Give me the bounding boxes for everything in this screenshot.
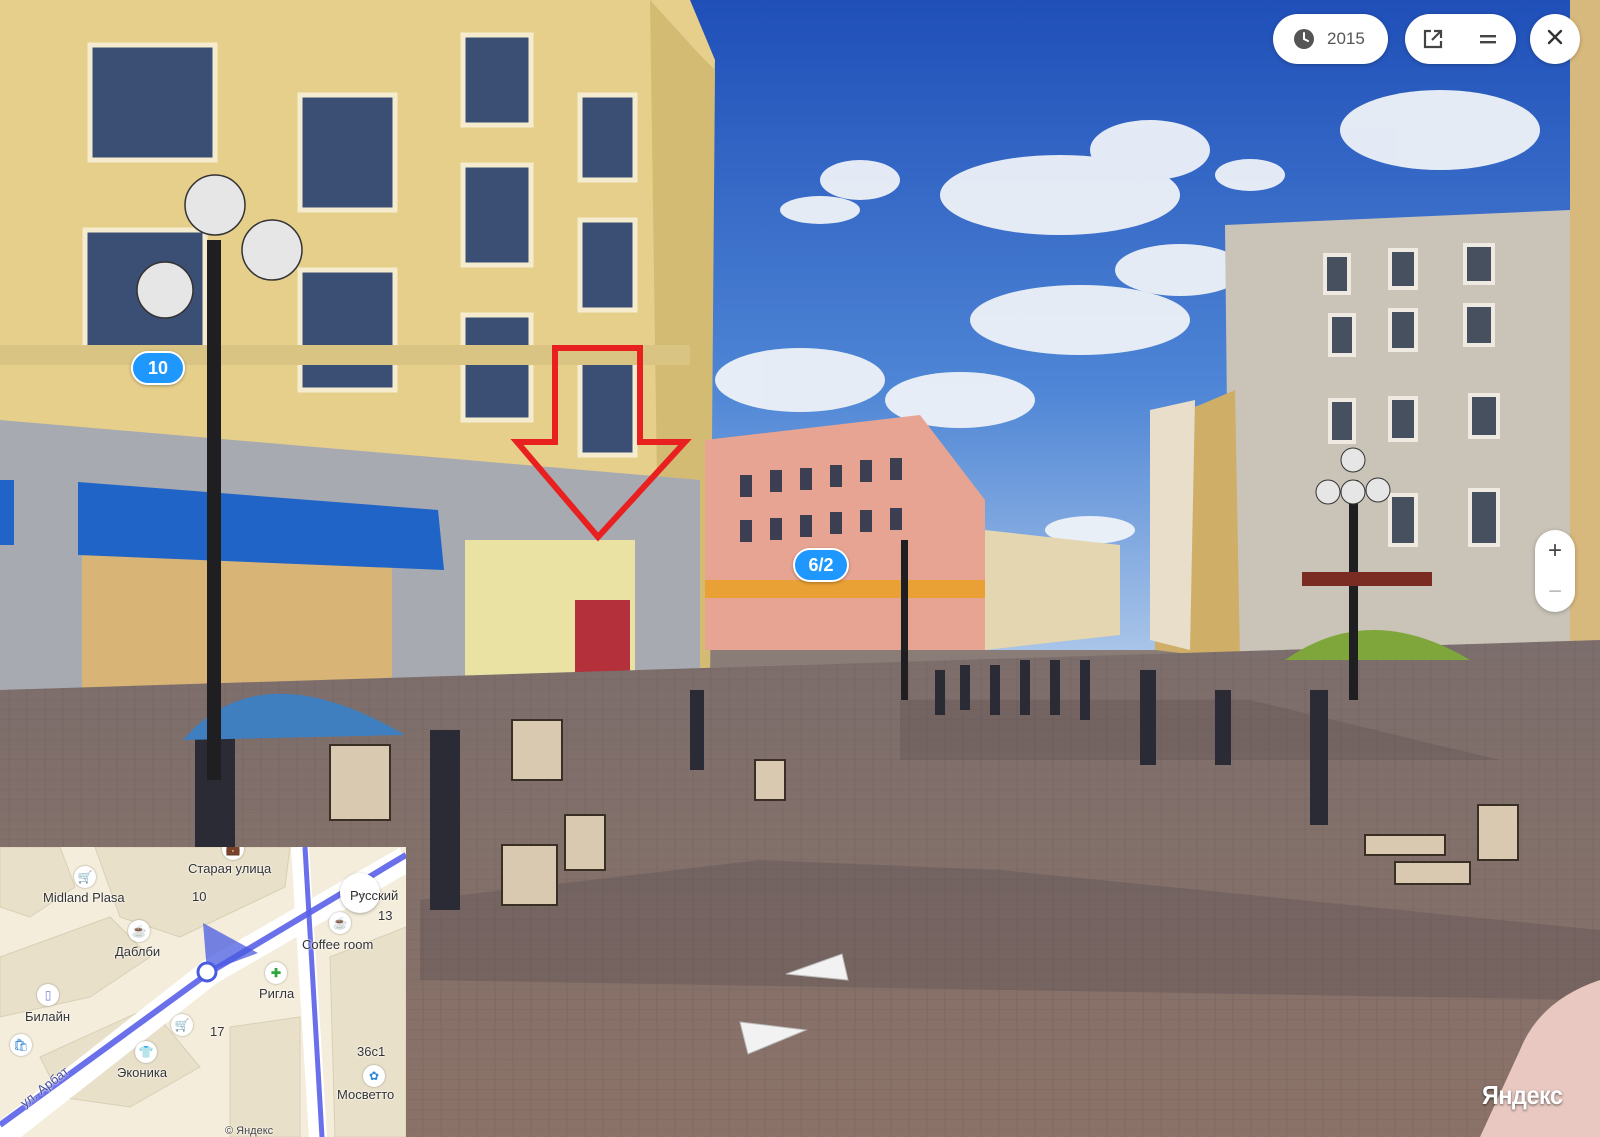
yandex-logo: Яндекс (1482, 1080, 1563, 1110)
zoom-out-button[interactable]: − (1535, 571, 1575, 612)
zoom-control: + − (1535, 530, 1575, 612)
phone-poi-icon[interactable]: ▯ (37, 984, 59, 1006)
house-number-pin[interactable]: 10 (131, 351, 185, 385)
map-label: Русский (350, 888, 399, 903)
map-label: Ригла (259, 986, 295, 1001)
zoom-in-button[interactable]: + (1535, 530, 1575, 571)
map-label: 36с1 (357, 1044, 386, 1059)
pharmacy-poi-icon[interactable]: ✚ (265, 962, 287, 984)
map-label: Даблби (115, 944, 161, 959)
map-copyright: © Яндекс (225, 1125, 274, 1137)
shop-poi-icon[interactable]: 🛒 (171, 1014, 193, 1036)
map-label: Coffee room (302, 937, 374, 952)
map-label: Эконика (117, 1065, 168, 1080)
map-label: Мосветто (337, 1087, 395, 1102)
map-label: 17 (210, 1024, 225, 1039)
flower-poi-icon[interactable]: ✿ (363, 1065, 385, 1087)
house-number-pin[interactable]: 6/2 (793, 548, 849, 582)
map-label: 13 (378, 908, 393, 923)
clothing-poi-icon[interactable]: 👕 (135, 1041, 157, 1063)
map-label: 10 (192, 889, 207, 904)
minimap[interactable]: ↔ 🛒 💼 ☕ ☕ ✚ ▯ 🛒 👕 🛍 ✿ Midland Plasa Стар… (0, 847, 406, 1137)
history-year-label: 2015 (1327, 29, 1365, 48)
history-year-button[interactable]: 2015 (1273, 14, 1388, 64)
clock-icon (1293, 28, 1315, 50)
map-label: Midland Plasa (43, 890, 125, 905)
map-label: Старая улица (188, 861, 272, 876)
menu-icon[interactable] (1460, 14, 1515, 64)
map-label: Билайн (25, 1009, 71, 1024)
shopping-bag-poi-icon[interactable]: 🛍 (10, 1034, 32, 1056)
close-icon (1546, 28, 1564, 51)
panorama-tools (1405, 14, 1516, 64)
cafe-poi-icon[interactable]: ☕ (329, 912, 351, 934)
shop-poi-icon[interactable]: 🛒 (74, 866, 96, 888)
share-icon[interactable] (1405, 14, 1460, 64)
close-button[interactable] (1530, 14, 1580, 64)
cafe-poi-icon[interactable]: ☕ (128, 920, 150, 942)
